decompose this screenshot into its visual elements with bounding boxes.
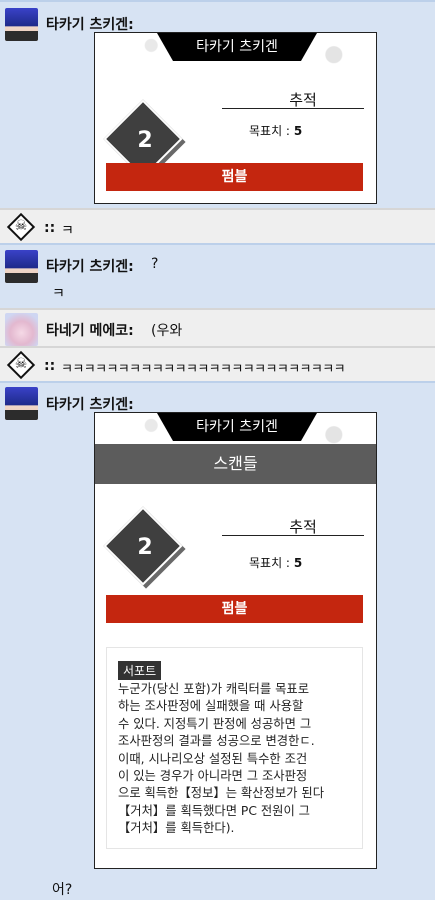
- message-inline: ?: [151, 256, 159, 272]
- divider: [222, 108, 364, 109]
- target-number: 5: [293, 556, 303, 570]
- skull-icon: ☠: [6, 212, 36, 242]
- target-label: 목표치 :: [249, 124, 290, 138]
- chat-message: ☠ :: ㅋㅋㅋㅋㅋㅋㅋㅋㅋㅋㅋㅋㅋㅋㅋㅋㅋㅋㅋㅋㅋㅋㅋㅋㅋ: [0, 346, 435, 381]
- chat-message: 타카기 츠키겐: 타카기 츠키겐 2 추적 목표치 : 5 펌블: [0, 0, 435, 208]
- skill-card: 타카기 츠키겐 2 추적 목표치 : 5 펌블: [94, 32, 377, 204]
- sender-name: ::: [44, 358, 56, 374]
- chat-message: 타카기 츠키겐: 타카기 츠키겐 스캔들 2 추적 목표치 : 5 펌블 서포트…: [0, 381, 435, 900]
- sender-name: 타네기 메에코:: [46, 323, 134, 339]
- card-header: 타카기 츠키겐: [95, 413, 376, 444]
- target-number: 5: [293, 124, 303, 138]
- message-inline: (우와: [151, 323, 183, 339]
- chat-message: 타네기 메에코: (우와: [0, 308, 435, 346]
- sender-name: ::: [44, 220, 56, 236]
- card-subtitle: 스캔들: [95, 444, 376, 484]
- card-header: 타카기 츠키겐: [95, 33, 376, 64]
- skill-name: 추적: [289, 518, 317, 536]
- support-description: 누군가(당신 포함)가 캐릭터를 목표로 하는 조사판정에 실패했을 때 사용할…: [118, 682, 325, 836]
- skill-name: 추적: [289, 91, 317, 109]
- support-tag: 서포트: [118, 661, 162, 680]
- sender-name: 타카기 츠키겐:: [46, 397, 134, 413]
- sender-name: 타카기 츠키겐:: [46, 259, 134, 275]
- avatar[interactable]: [5, 313, 38, 346]
- message-text: ㅋ: [52, 286, 65, 302]
- card-title: 타카기 츠키겐: [157, 413, 317, 441]
- level-diamond: 2: [103, 506, 187, 590]
- divider: [222, 535, 364, 536]
- support-box: 서포트 누군가(당신 포함)가 캐릭터를 목표로 하는 조사판정에 실패했을 때…: [106, 647, 363, 849]
- level-number: 2: [137, 535, 153, 560]
- message-text: ㅋ: [61, 223, 74, 239]
- target-value: 목표치 : 5: [249, 122, 302, 139]
- sender-name: 타카기 츠키겐:: [46, 17, 134, 33]
- target-value: 목표치 : 5: [249, 554, 302, 571]
- fumble-banner: 펌블: [106, 595, 363, 623]
- card-title: 타카기 츠키겐: [157, 33, 317, 61]
- chat-message: ☠ :: ㅋ: [0, 208, 435, 243]
- target-label: 목표치 :: [249, 556, 290, 570]
- avatar[interactable]: [5, 387, 38, 420]
- skull-icon: ☠: [6, 350, 36, 380]
- message-text: 어?: [52, 882, 73, 898]
- message-text: ㅋㅋㅋㅋㅋㅋㅋㅋㅋㅋㅋㅋㅋㅋㅋㅋㅋㅋㅋㅋㅋㅋㅋㅋㅋ: [61, 362, 346, 377]
- chat-message: 타카기 츠키겐: ? ㅋ: [0, 243, 435, 308]
- fumble-banner: 펌블: [106, 163, 363, 191]
- avatar[interactable]: [5, 8, 38, 41]
- avatar[interactable]: [5, 250, 38, 283]
- skill-card: 타카기 츠키겐 스캔들 2 추적 목표치 : 5 펌블 서포트 누군가(당신 포…: [94, 412, 377, 869]
